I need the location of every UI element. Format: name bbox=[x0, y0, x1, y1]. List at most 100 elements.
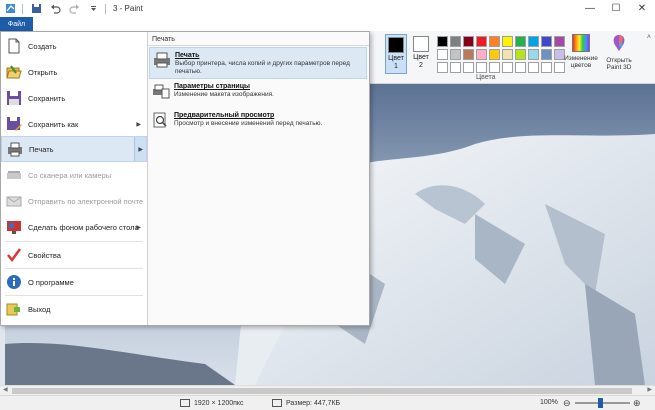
palette-swatch[interactable] bbox=[450, 36, 461, 47]
zoom-slider-thumb[interactable] bbox=[598, 398, 603, 408]
submenu-divider bbox=[148, 45, 369, 46]
zoom-out-icon[interactable]: ⊖ bbox=[563, 398, 571, 409]
open-paint3d-label: Открыть Paint 3D bbox=[606, 57, 632, 71]
file-menu: Создать Открыть Сохранить Сохранить как … bbox=[0, 31, 370, 326]
palette-swatch[interactable] bbox=[502, 36, 513, 47]
palette-swatch[interactable] bbox=[515, 62, 526, 73]
exit-icon bbox=[6, 303, 20, 316]
ribbon-collapse-icon[interactable]: ˄ bbox=[647, 34, 651, 41]
print-submenu: Печать Печать Выбор принтера, числа копи… bbox=[148, 32, 369, 325]
submenu-arrow-icon: ▶ bbox=[136, 121, 141, 128]
menu-item-exit[interactable]: Выход bbox=[1, 296, 147, 322]
submenu-item-print-preview[interactable]: Предварительный просмотр Просмотр и внес… bbox=[149, 108, 367, 135]
horizontal-scrollbar[interactable]: ◀ ▶ bbox=[0, 385, 655, 395]
palette-swatch[interactable] bbox=[541, 36, 552, 47]
zoom-in-icon[interactable]: ⊕ bbox=[633, 398, 641, 409]
menu-item-label: О программе bbox=[28, 277, 74, 287]
info-icon bbox=[7, 275, 21, 289]
color1-swatch bbox=[388, 37, 404, 53]
save-icon[interactable] bbox=[31, 3, 42, 14]
color2-swatch bbox=[413, 36, 429, 52]
menu-item-about[interactable]: О программе bbox=[1, 269, 147, 295]
scrollbar-thumb[interactable] bbox=[12, 388, 632, 394]
submenu-arrow-icon: ▶ bbox=[136, 224, 141, 231]
dimensions-text: 1920 × 1200пкс bbox=[194, 399, 244, 407]
palette-swatch[interactable] bbox=[541, 62, 552, 73]
checkmark-icon bbox=[7, 248, 22, 263]
separator bbox=[22, 3, 23, 14]
palette-swatch[interactable] bbox=[463, 49, 474, 60]
separator bbox=[105, 3, 106, 14]
edit-colors-label: Изменение цветов bbox=[564, 55, 598, 69]
palette-swatch[interactable] bbox=[528, 49, 539, 60]
menu-item-save[interactable]: Сохранить bbox=[1, 85, 147, 111]
new-file-icon bbox=[8, 38, 20, 54]
submenu-item-desc: Изменение макета изображения. bbox=[174, 91, 274, 98]
menu-item-print[interactable]: Печать ▶ bbox=[1, 136, 147, 162]
file-tab[interactable]: Файл bbox=[0, 17, 33, 31]
page-setup-icon bbox=[153, 84, 170, 99]
palette-swatch[interactable] bbox=[463, 62, 474, 73]
palette-swatch[interactable] bbox=[450, 49, 461, 60]
menu-item-set-desktop-bg[interactable]: Сделать фоном рабочего стола ▶ bbox=[1, 214, 147, 240]
submenu-item-page-setup[interactable]: Параметры страницы Изменение макета изоб… bbox=[149, 79, 367, 106]
redo-icon[interactable] bbox=[69, 3, 80, 14]
menu-item-label: Сделать фоном рабочего стола bbox=[28, 222, 139, 232]
palette-swatch[interactable] bbox=[502, 49, 513, 60]
paint3d-icon bbox=[613, 35, 625, 51]
printer-icon bbox=[8, 142, 22, 157]
menu-item-label: Свойства bbox=[28, 250, 61, 260]
printer-icon bbox=[154, 52, 170, 68]
scroll-left-icon[interactable]: ◀ bbox=[3, 386, 8, 393]
palette-swatch[interactable] bbox=[528, 62, 539, 73]
palette-swatch[interactable] bbox=[437, 62, 448, 73]
palette-swatch[interactable] bbox=[528, 36, 539, 47]
submenu-item-print[interactable]: Печать Выбор принтера, числа копий и дру… bbox=[149, 47, 367, 79]
menu-item-save-as[interactable]: Сохранить как ▶ bbox=[1, 111, 147, 137]
menu-item-label: Сохранить как bbox=[28, 119, 79, 129]
menu-item-properties[interactable]: Свойства bbox=[1, 242, 147, 268]
ribbon-tabs: Файл bbox=[0, 17, 655, 31]
undo-icon[interactable] bbox=[50, 3, 61, 14]
color1-label: Цвет 1 bbox=[388, 55, 404, 70]
scroll-right-icon[interactable]: ▶ bbox=[647, 386, 652, 393]
palette-swatch[interactable] bbox=[541, 49, 552, 60]
palette-swatch[interactable] bbox=[489, 49, 500, 60]
palette-swatch[interactable] bbox=[489, 62, 500, 73]
menu-item-label: Создать bbox=[28, 41, 57, 51]
palette-swatch[interactable] bbox=[437, 49, 448, 60]
status-bar: 1920 × 1200пкс Размер: 447,7КБ 100% ⊖ ⊕ bbox=[0, 395, 655, 410]
palette-swatch[interactable] bbox=[515, 36, 526, 47]
palette-swatch[interactable] bbox=[502, 62, 513, 73]
window-title: 3 - Paint bbox=[113, 4, 143, 13]
palette-swatch[interactable] bbox=[476, 36, 487, 47]
customize-toolbar-icon[interactable] bbox=[88, 3, 99, 14]
submenu-header: Печать bbox=[152, 36, 175, 43]
menu-item-new[interactable]: Создать bbox=[1, 33, 147, 59]
close-button[interactable]: ✕ bbox=[629, 0, 655, 17]
palette-swatch[interactable] bbox=[437, 36, 448, 47]
palette-swatch[interactable] bbox=[476, 62, 487, 73]
menu-item-send-email[interactable]: Отправить по электронной почте bbox=[1, 188, 147, 214]
palette-swatch[interactable] bbox=[450, 62, 461, 73]
dimensions-icon bbox=[180, 399, 190, 407]
color2-button[interactable]: Цвет 2 bbox=[410, 34, 432, 74]
menu-item-open[interactable]: Открыть bbox=[1, 59, 147, 85]
menu-item-label: Выход bbox=[28, 304, 51, 314]
submenu-item-title: Печать bbox=[175, 52, 200, 59]
open-paint3d-button[interactable]: Открыть Paint 3D bbox=[602, 34, 636, 71]
menu-item-from-scanner[interactable]: Со сканера или камеры bbox=[1, 162, 147, 188]
color1-button[interactable]: Цвет 1 bbox=[385, 34, 407, 74]
palette-swatch[interactable] bbox=[476, 49, 487, 60]
print-preview-icon bbox=[153, 112, 167, 128]
palette-swatch[interactable] bbox=[463, 36, 474, 47]
menu-item-label: Сохранить bbox=[28, 93, 66, 103]
palette-swatch[interactable] bbox=[489, 36, 500, 47]
zoom-level: 100% bbox=[540, 399, 558, 406]
minimize-button[interactable]: — bbox=[577, 0, 603, 17]
edit-colors-button[interactable]: Изменение цветов bbox=[563, 34, 599, 69]
menu-item-label: Отправить по электронной почте bbox=[28, 196, 144, 206]
maximize-button[interactable]: ☐ bbox=[603, 0, 629, 17]
palette-swatch[interactable] bbox=[515, 49, 526, 60]
file-menu-list: Создать Открыть Сохранить Сохранить как … bbox=[1, 32, 148, 325]
